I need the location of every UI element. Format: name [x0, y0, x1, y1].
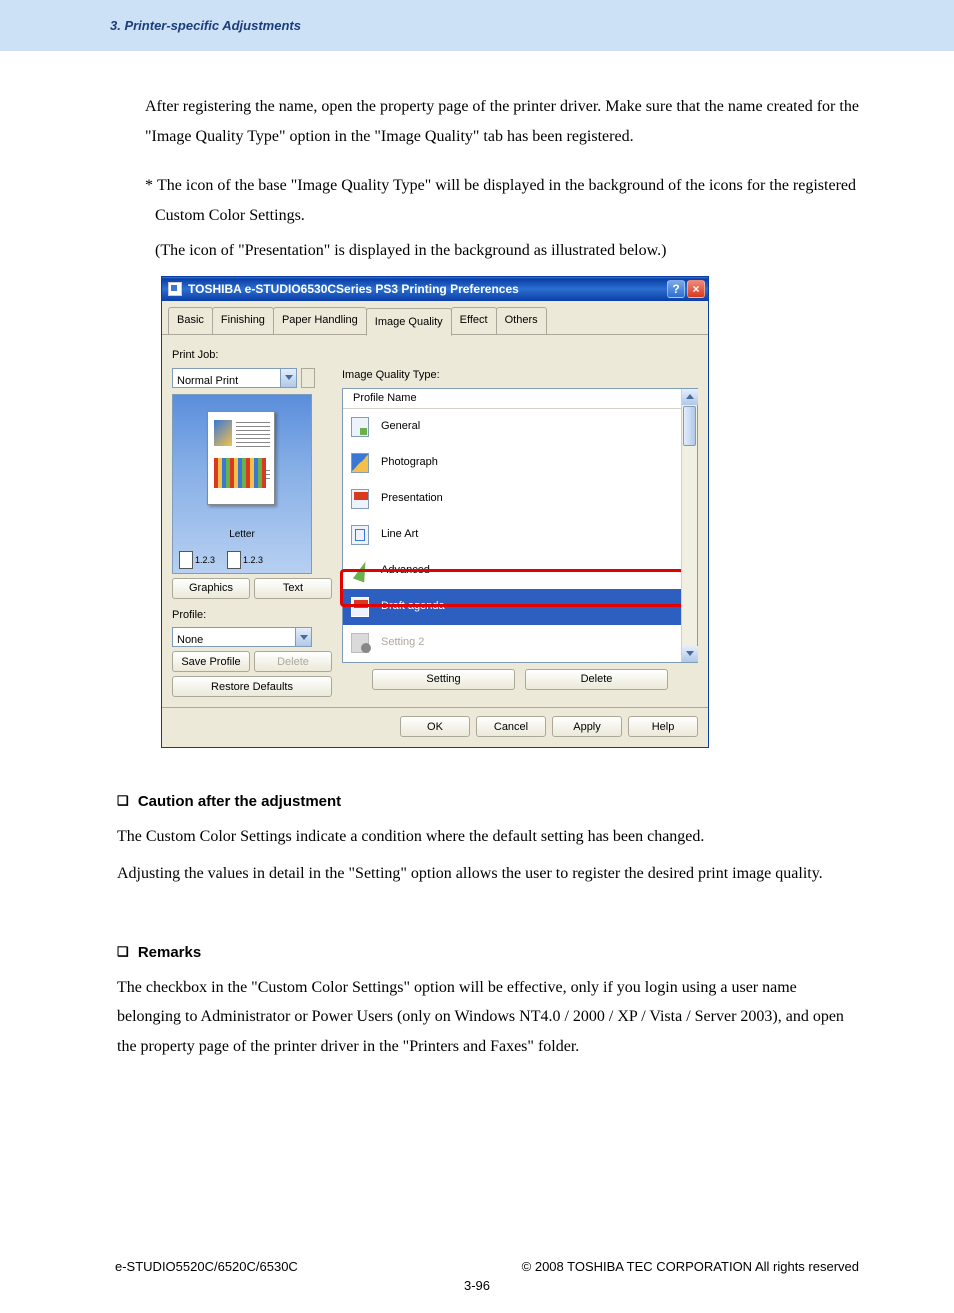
tab-paper-handling[interactable]: Paper Handling — [273, 307, 367, 334]
caution-heading: ❏ Caution after the adjustment — [117, 788, 859, 816]
setting-button[interactable]: Setting — [372, 669, 515, 690]
page-content: After registering the name, open the pro… — [0, 51, 954, 1061]
scroll-up-icon[interactable] — [682, 389, 698, 405]
tab-finishing[interactable]: Finishing — [212, 307, 274, 334]
list-item-setting-2[interactable]: Setting 2 — [343, 625, 681, 661]
list-item-presentation[interactable]: Presentation — [343, 481, 681, 517]
paragraph-2a: The icon of the base "Image Quality Type… — [155, 177, 856, 224]
page-footer: e-STUDIO5520C/6520C/6530C © 2008 TOSHIBA… — [0, 1069, 954, 1274]
print-job-value: Normal Print — [173, 369, 280, 387]
tab-others[interactable]: Others — [496, 307, 547, 334]
left-column: Print Job: Normal Print Letter — [172, 343, 332, 697]
presentation-icon — [351, 597, 369, 617]
user-profile-icon — [351, 633, 369, 653]
delete-iqt-button[interactable]: Delete — [525, 669, 668, 690]
preview-thumb-1: 1.2.3 — [179, 551, 215, 569]
image-quality-type-label: Image Quality Type: — [342, 365, 698, 385]
presentation-icon — [351, 489, 369, 509]
dialog-figure: TOSHIBA e-STUDIO6530CSeries PS3 Printing… — [161, 276, 859, 748]
list-scrollbar[interactable] — [681, 389, 697, 662]
paragraph-2: * The icon of the base "Image Quality Ty… — [155, 171, 859, 230]
profile-dropdown[interactable]: None — [172, 627, 312, 647]
cancel-button[interactable]: Cancel — [476, 716, 546, 737]
image-quality-listbox[interactable]: Profile Name General Photograph — [342, 388, 698, 663]
print-preview: Letter 1.2.3 1.2.3 — [172, 394, 312, 574]
delete-profile-button[interactable]: Delete — [254, 651, 332, 672]
square-bullet-icon: ❏ — [117, 793, 129, 808]
preview-page-icon — [207, 411, 275, 505]
paragraph-1: After registering the name, open the pro… — [145, 92, 859, 151]
scroll-thumb[interactable] — [683, 406, 696, 446]
photograph-icon — [351, 453, 369, 473]
list-item-advanced[interactable]: Advanced — [343, 553, 681, 589]
remarks-heading: ❏ Remarks — [117, 939, 859, 967]
graphics-button[interactable]: Graphics — [172, 578, 250, 599]
dialog-titlebar[interactable]: TOSHIBA e-STUDIO6530CSeries PS3 Printing… — [162, 277, 708, 301]
square-bullet-icon: ❏ — [117, 944, 129, 959]
list-item-photograph[interactable]: Photograph — [343, 445, 681, 481]
apply-button[interactable]: Apply — [552, 716, 622, 737]
profile-value: None — [173, 628, 295, 646]
chevron-down-icon[interactable] — [295, 628, 311, 646]
dialog-button-bar: OK Cancel Apply Help — [162, 707, 708, 747]
footer-left: e-STUDIO5520C/6520C/6530C — [115, 1259, 298, 1274]
paragraph-2b: (The icon of "Presentation" is displayed… — [155, 236, 859, 266]
list-item-line-art[interactable]: Line Art — [343, 517, 681, 553]
printing-preferences-dialog: TOSHIBA e-STUDIO6530CSeries PS3 Printing… — [161, 276, 709, 748]
dialog-app-icon — [168, 282, 182, 296]
titlebar-close-button[interactable]: × — [687, 280, 705, 298]
tab-panel: Print Job: Normal Print Letter — [162, 335, 708, 707]
text-button[interactable]: Text — [254, 578, 332, 599]
line-art-icon — [351, 525, 369, 545]
list-header: Profile Name — [343, 389, 681, 409]
dialog-title: TOSHIBA e-STUDIO6530CSeries PS3 Printing… — [188, 278, 519, 300]
advanced-icon — [351, 561, 369, 581]
caution-body-1: The Custom Color Settings indicate a con… — [117, 822, 859, 852]
list-item-draft-agenda[interactable]: Draft agenda — [343, 589, 681, 625]
help-button[interactable]: Help — [628, 716, 698, 737]
chevron-down-icon[interactable] — [280, 369, 296, 387]
print-job-label: Print Job: — [172, 345, 332, 365]
restore-defaults-button[interactable]: Restore Defaults — [172, 676, 332, 697]
print-job-extra-button[interactable] — [301, 368, 315, 388]
profile-label: Profile: — [172, 605, 332, 625]
general-icon — [351, 417, 369, 437]
remarks-body: The checkbox in the "Custom Color Settin… — [117, 973, 859, 1062]
titlebar-help-button[interactable]: ? — [667, 280, 685, 298]
preview-thumb-2: 1.2.3 — [227, 551, 263, 569]
tab-strip: Basic Finishing Paper Handling Image Qua… — [162, 301, 708, 335]
tab-image-quality[interactable]: Image Quality — [366, 308, 452, 336]
footer-right: © 2008 TOSHIBA TEC CORPORATION All right… — [522, 1259, 859, 1274]
scroll-down-icon[interactable] — [682, 646, 698, 662]
page-number: 3-96 — [0, 1278, 954, 1313]
save-profile-button[interactable]: Save Profile — [172, 651, 250, 672]
tab-basic[interactable]: Basic — [168, 307, 213, 334]
page-section-header: 3. Printer-specific Adjustments — [0, 0, 954, 51]
ok-button[interactable]: OK — [400, 716, 470, 737]
tab-effect[interactable]: Effect — [451, 307, 497, 334]
print-job-dropdown[interactable]: Normal Print — [172, 368, 297, 388]
preview-paper-label: Letter — [173, 526, 311, 545]
asterisk: * — [145, 177, 153, 194]
caution-body-2: Adjusting the values in detail in the "S… — [117, 859, 859, 889]
list-item-general[interactable]: General — [343, 409, 681, 445]
right-column: Image Quality Type: Profile Name General — [342, 343, 698, 697]
